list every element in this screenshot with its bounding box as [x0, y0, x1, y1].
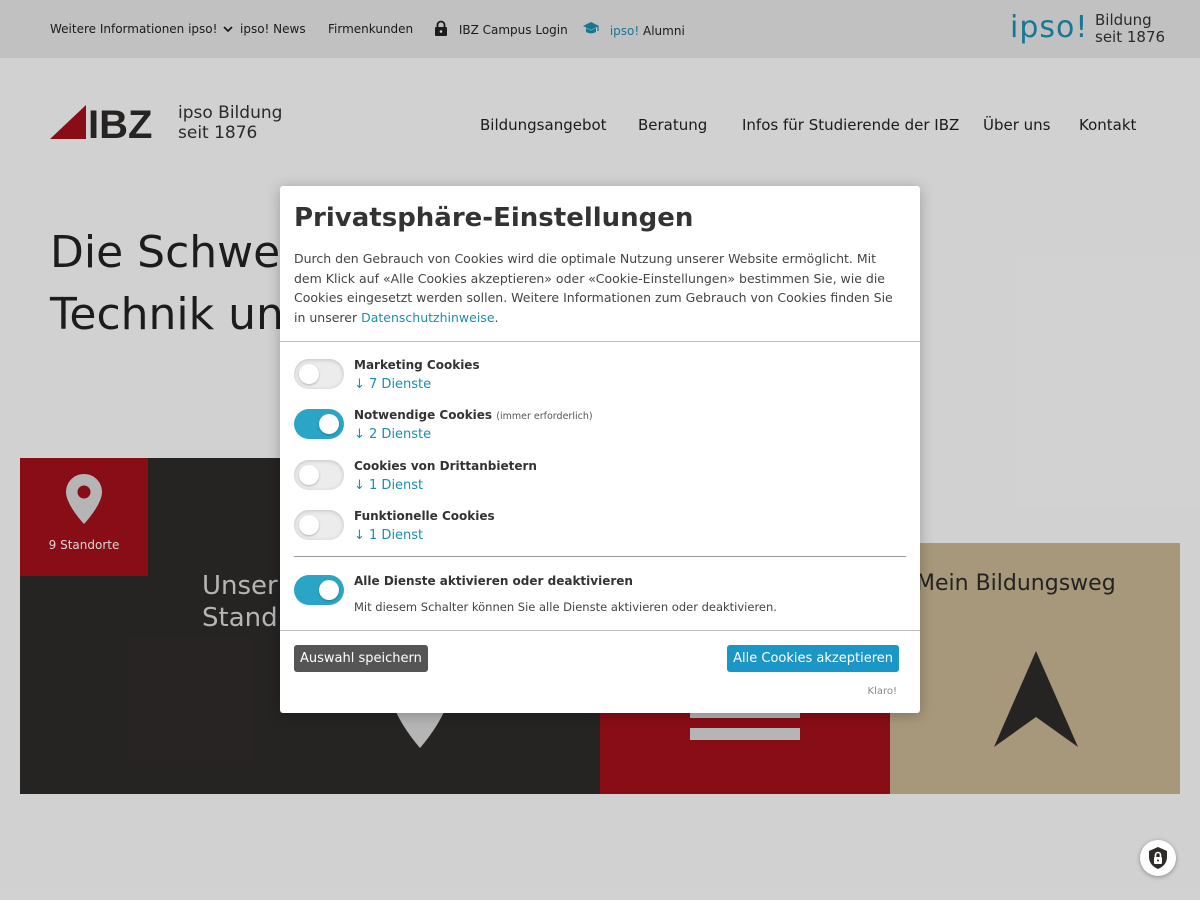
privacy-settings-dialog: Privatsphäre-Einstellungen Durch den Geb…: [280, 186, 920, 713]
marketing-toggle[interactable]: [294, 359, 344, 389]
service-required-note: (immer erforderlich): [496, 411, 593, 422]
privacy-policy-link[interactable]: Datenschutzhinweise: [361, 310, 494, 325]
service-functional: Funktionelle Cookies ↓ 1 Dienst: [294, 509, 894, 553]
service-name: Funktionelle Cookies: [354, 509, 495, 523]
consent-settings-button[interactable]: [1140, 840, 1176, 876]
dialog-description: Durch den Gebrauch von Cookies wird die …: [294, 249, 904, 327]
service-count-link[interactable]: ↓ 7 Dienste: [354, 377, 431, 392]
toggle-knob: [299, 515, 319, 535]
privacy-link-suffix: .: [494, 309, 499, 325]
toggle-all-label: Alle Dienste aktivieren oder deaktiviere…: [354, 574, 633, 588]
klaro-link[interactable]: Klaro!: [868, 686, 897, 697]
toggle-knob: [299, 465, 319, 485]
service-count-link[interactable]: ↓ 1 Dienst: [354, 528, 423, 543]
toggle-knob: [319, 414, 339, 434]
service-name: Notwendige Cookies: [354, 408, 493, 422]
save-selection-button[interactable]: Auswahl speichern: [294, 645, 428, 672]
service-count-link[interactable]: ↓ 1 Dienst: [354, 478, 423, 493]
third-party-toggle[interactable]: [294, 460, 344, 490]
dialog-title: Privatsphäre-Einstellungen: [294, 203, 694, 233]
toggle-all-switch[interactable]: [294, 575, 344, 605]
toggle-knob: [319, 580, 339, 600]
service-necessary: Notwendige Cookies (immer erforderlich) …: [294, 408, 894, 452]
service-count-link[interactable]: ↓ 2 Dienste: [354, 427, 431, 442]
toggle-knob: [299, 364, 319, 384]
lock-shield-icon: [1149, 847, 1167, 869]
service-marketing: Marketing Cookies ↓ 7 Dienste: [294, 358, 894, 402]
dialog-header: Privatsphäre-Einstellungen Durch den Geb…: [280, 186, 920, 342]
service-name: Marketing Cookies: [354, 358, 480, 372]
service-name: Cookies von Drittanbietern: [354, 459, 537, 473]
toggle-all-services: Alle Dienste aktivieren oder deaktiviere…: [294, 574, 894, 618]
divider: [294, 556, 906, 557]
toggle-all-description: Mit diesem Schalter können Sie alle Dien…: [354, 600, 777, 614]
service-third-party: Cookies von Drittanbietern ↓ 1 Dienst: [294, 459, 894, 503]
necessary-toggle[interactable]: [294, 409, 344, 439]
functional-toggle[interactable]: [294, 510, 344, 540]
service-name-wrap: Notwendige Cookies (immer erforderlich): [354, 408, 593, 422]
dialog-footer: Auswahl speichern Alle Cookies akzeptier…: [280, 630, 920, 713]
accept-all-button[interactable]: Alle Cookies akzeptieren: [727, 645, 899, 672]
